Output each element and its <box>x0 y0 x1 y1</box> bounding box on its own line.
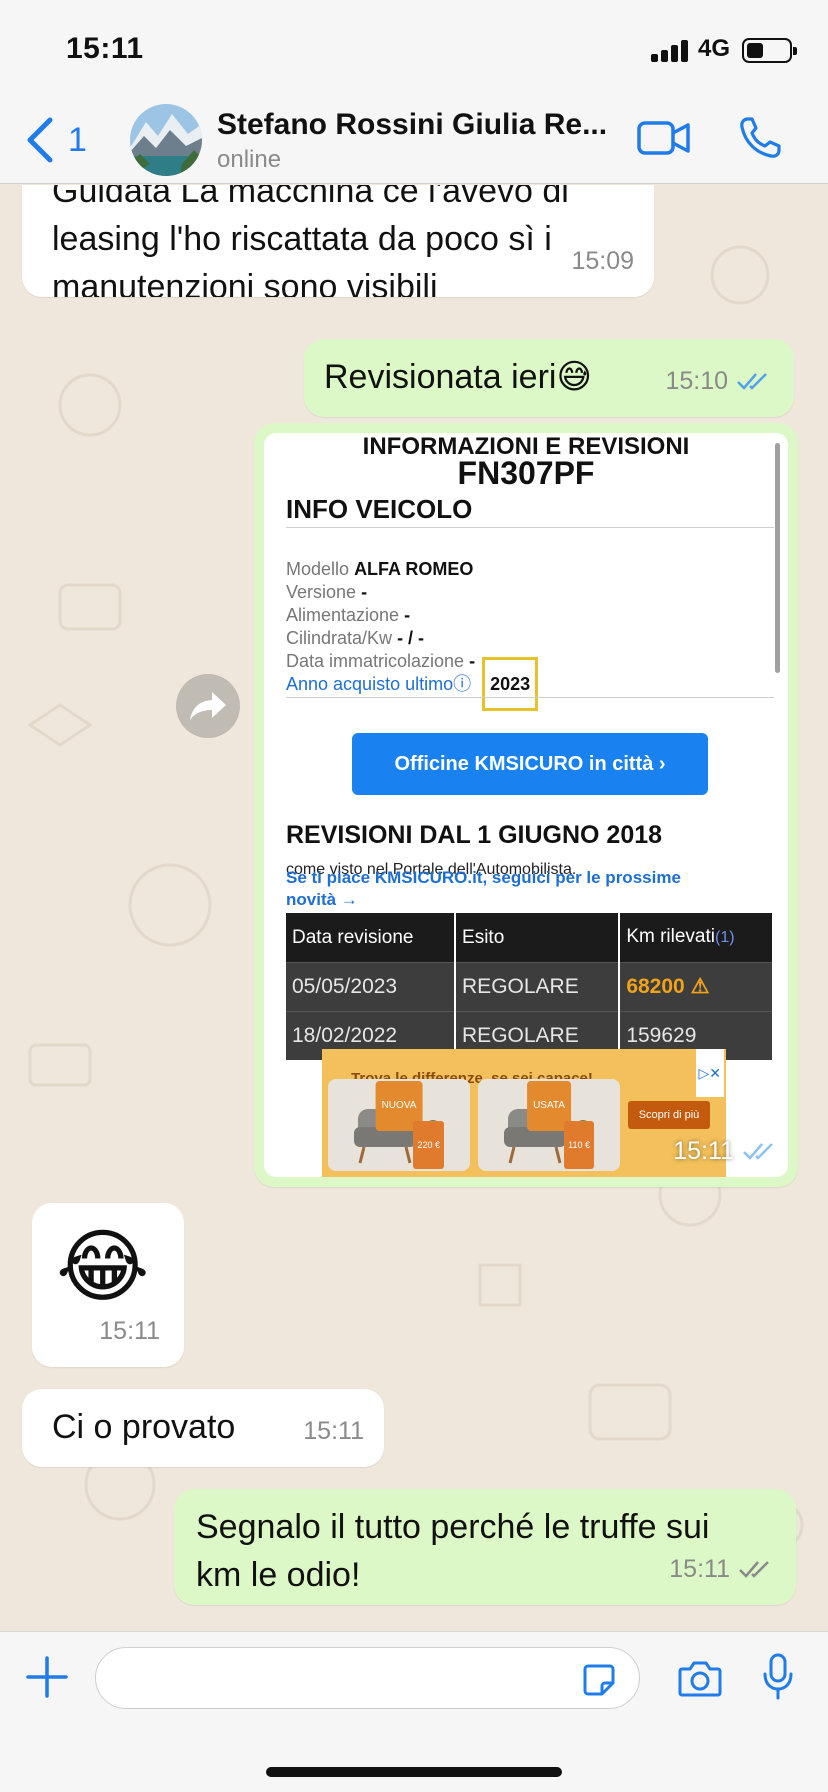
camera-icon[interactable] <box>678 1658 722 1698</box>
contact-status: online <box>217 146 282 173</box>
message-input[interactable] <box>95 1647 640 1709</box>
sticker-icon[interactable] <box>582 1663 616 1697</box>
ad-close-icon: ▷✕ <box>695 1049 724 1097</box>
avatar[interactable] <box>130 104 202 176</box>
table-row: 05/05/2023 REGOLARE 68200 ⚠ <box>286 962 774 1012</box>
network-type: 4G <box>698 35 731 62</box>
warning-icon: ⚠ <box>690 975 710 998</box>
cell-result: REGOLARE <box>455 962 621 1012</box>
message-bubble-incoming[interactable]: Guidata La macchina ce l'avevo di leasin… <box>22 185 654 297</box>
cell-km: 68200 ⚠ <box>619 962 774 1012</box>
signal-icon <box>651 40 689 62</box>
purchase-year-row: Anno acquisto ultimoⓘ 2023 <box>286 657 539 711</box>
column-header: Km rilevati(1) <box>619 913 774 963</box>
info-icon: ⓘ <box>453 674 472 694</box>
read-receipt-icon <box>743 1143 773 1160</box>
emoji: 😂 <box>56 1222 150 1311</box>
purchase-year-badge: 2023 <box>482 657 539 711</box>
video-camera-icon[interactable] <box>636 118 692 158</box>
message-time: 15:11 <box>303 1417 364 1445</box>
battery-level <box>747 43 763 58</box>
message-text: leasing l'ho riscattata da poco sì i man… <box>52 220 552 297</box>
delivered-receipt-icon <box>739 1561 769 1578</box>
forward-button[interactable] <box>176 674 240 738</box>
divider <box>286 527 774 528</box>
cell-date: 05/05/2023 <box>286 962 457 1012</box>
plus-icon[interactable] <box>24 1654 70 1700</box>
revisions-table: Data revisione Esito Km rilevati(1) 05/0… <box>286 913 774 1060</box>
contact-name[interactable]: Stefano Rossini Giulia Re... <box>217 108 607 142</box>
chevron-left-icon <box>27 117 53 163</box>
home-indicator[interactable] <box>266 1767 562 1777</box>
shared-screenshot[interactable]: INFORMAZIONI E REVISIONI FN307PF INFO VE… <box>264 433 788 1177</box>
officine-kmsicuro-button: Officine KMSICURO in città › <box>352 733 708 795</box>
message-bubble-outgoing[interactable]: Segnalo il tutto perché le truffe sui km… <box>174 1489 796 1605</box>
phone-icon[interactable] <box>736 114 784 162</box>
divider <box>286 697 774 698</box>
status-time: 15:11 <box>66 32 144 65</box>
info-section-title: INFO VEICOLO <box>286 494 473 524</box>
ad-cta-button: Scopri di più <box>628 1101 710 1129</box>
image-message-bubble[interactable]: INFORMAZIONI E REVISIONI FN307PF INFO VE… <box>254 423 798 1187</box>
status-bar: 15:11 4G <box>0 0 828 96</box>
message-time: 15:09 <box>571 247 634 275</box>
ad-image-used: USATA 110 € <box>478 1079 620 1171</box>
follow-link: Se ti piace KMSICURO.it, seguici per le … <box>286 868 681 909</box>
column-header: Data revisione <box>286 913 457 963</box>
chat-header: 1 Stefano Rossini Giulia Re... online <box>0 96 828 184</box>
microphone-icon[interactable] <box>762 1652 794 1702</box>
message-time: 15:10 <box>665 357 774 405</box>
ad-image-new: NUOVA 220 € <box>328 1079 470 1171</box>
unread-count: 1 <box>68 120 87 159</box>
column-header: Esito <box>455 913 621 963</box>
message-bubble-outgoing[interactable]: Revisionata ieri😅 15:10 <box>304 339 794 417</box>
message-time: 15:11 <box>99 1317 160 1345</box>
emoji-message-bubble[interactable]: 😂 15:11 <box>32 1203 184 1367</box>
battery-icon <box>742 38 797 63</box>
back-button[interactable]: 1 <box>22 114 87 166</box>
advertisement-banner: Trova le differenze, se sei capace! NUOV… <box>322 1049 726 1177</box>
chat-area[interactable]: Guidata La macchina ce l'avevo di leasin… <box>0 185 828 1631</box>
message-time: 15:11 <box>669 1545 776 1593</box>
scrollbar <box>775 443 780 673</box>
message-text-partial: Guidata La macchina ce l'avevo di <box>52 185 569 210</box>
forward-arrow-icon <box>190 692 226 720</box>
message-bubble-incoming[interactable]: Ci o provato 15:11 <box>22 1389 384 1467</box>
read-receipt-icon <box>737 373 767 390</box>
message-time: 15:11 <box>673 1127 780 1175</box>
